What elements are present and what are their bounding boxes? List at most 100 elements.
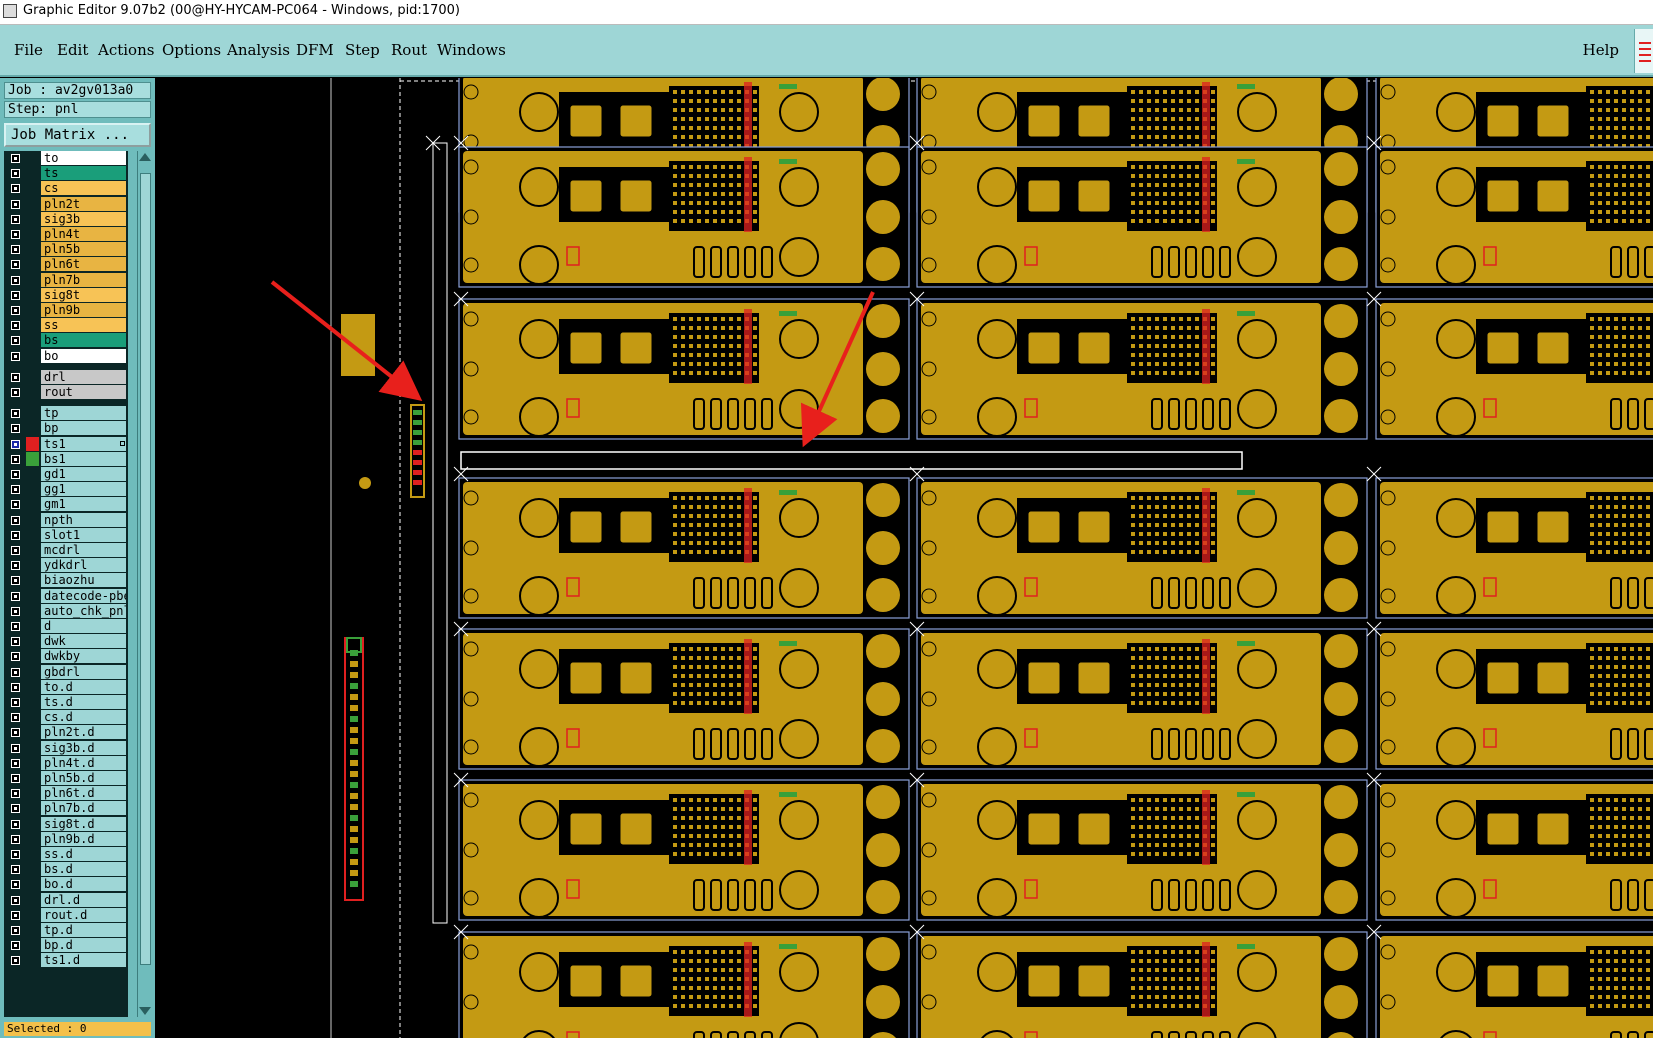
layer-checkbox[interactable]	[11, 926, 20, 935]
layer-row-pln4t-d[interactable]: pln4t.d	[4, 755, 128, 771]
layer-name[interactable]: bp	[41, 421, 126, 436]
layer-name[interactable]: pln6t	[41, 257, 126, 272]
layer-name[interactable]: gm1	[41, 497, 126, 512]
layer-name[interactable]: pln9b	[41, 303, 126, 317]
layer-checkbox[interactable]	[11, 439, 20, 449]
layer-row-pln2t-d[interactable]: pln2t.d	[4, 725, 128, 740]
layer-name[interactable]: pln2t.d	[41, 725, 126, 740]
layer-row-pln5b[interactable]: pln5b	[4, 242, 128, 257]
layer-row-slot1[interactable]: slot1	[4, 527, 128, 543]
layer-name[interactable]: bp.d	[41, 938, 126, 953]
layer-row-cs[interactable]: cs	[4, 181, 128, 196]
layer-row-bs[interactable]: bs	[4, 333, 128, 348]
layer-checkbox[interactable]	[11, 260, 20, 270]
layer-name[interactable]: drl.d	[41, 892, 126, 907]
job-matrix-button[interactable]: Job Matrix ...	[4, 123, 151, 147]
layer-checkbox[interactable]	[11, 789, 20, 799]
graphic-canvas[interactable]	[155, 78, 1653, 1038]
layer-name[interactable]: sig3b	[41, 211, 126, 226]
layer-checkbox[interactable]	[11, 515, 20, 525]
layer-color-swatch[interactable]	[26, 436, 39, 451]
layer-checkbox[interactable]	[11, 622, 20, 631]
layer-name[interactable]: ts1.d	[41, 953, 126, 968]
layer-checkbox[interactable]	[11, 758, 20, 768]
layer-row-mcdrl[interactable]: mcdrl	[4, 543, 128, 558]
scroll-up-icon[interactable]	[139, 153, 151, 161]
layer-checkbox[interactable]	[11, 485, 20, 495]
layer-list-scrollbar[interactable]	[137, 151, 152, 1017]
layer-name[interactable]: sig8t.d	[41, 816, 126, 831]
layer-row-pln6t[interactable]: pln6t	[4, 257, 128, 272]
layer-row-sig3b[interactable]: sig3b	[4, 211, 128, 227]
layer-checkbox[interactable]	[11, 713, 20, 723]
layer-checkbox[interactable]	[11, 230, 20, 239]
layer-name[interactable]: cs	[41, 181, 126, 196]
layer-checkbox[interactable]	[11, 743, 20, 753]
layer-row-pln7b[interactable]: pln7b	[4, 272, 128, 288]
layer-checkbox[interactable]	[11, 606, 20, 616]
layer-row-auto-chk-pnl[interactable]: auto_chk_pnl	[4, 603, 128, 619]
layer-checkbox[interactable]	[11, 910, 20, 920]
layer-row-ts[interactable]: ts	[4, 166, 128, 181]
layer-row-pln4t[interactable]: pln4t	[4, 227, 128, 242]
menu-options[interactable]: Options	[162, 41, 221, 59]
layer-checkbox[interactable]	[11, 546, 20, 555]
layer-checkbox[interactable]	[11, 500, 20, 510]
layer-checkbox[interactable]	[11, 682, 20, 692]
layer-checkbox[interactable]	[11, 530, 20, 540]
layer-checkbox[interactable]	[11, 306, 20, 315]
layer-name[interactable]: tp	[41, 406, 126, 421]
layer-row-bo-d[interactable]: bo.d	[4, 877, 128, 892]
layer-row-drl[interactable]: drl	[4, 369, 128, 385]
panel-drawing[interactable]	[155, 78, 1653, 1038]
layer-row-rout-d[interactable]: rout.d	[4, 907, 128, 923]
layer-row-ts1[interactable]: ts1	[4, 436, 128, 452]
layer-checkbox[interactable]	[11, 880, 20, 890]
layer-name[interactable]: auto_chk_pnl	[41, 603, 126, 618]
layer-name[interactable]: dwk	[41, 634, 126, 649]
layer-row-pln5b-d[interactable]: pln5b.d	[4, 771, 128, 786]
scroll-thumb[interactable]	[140, 173, 151, 965]
layer-checkbox[interactable]	[11, 199, 20, 209]
layer-row-bs-d[interactable]: bs.d	[4, 862, 128, 877]
layer-name[interactable]: bs	[41, 333, 126, 348]
layer-name[interactable]: bo.d	[41, 877, 126, 892]
layer-checkbox[interactable]	[11, 351, 20, 361]
layer-checkbox[interactable]	[11, 336, 20, 346]
menu-step[interactable]: Step	[345, 41, 380, 59]
layer-row-npth[interactable]: npth	[4, 512, 128, 528]
layer-name[interactable]: pln9b.d	[41, 831, 126, 846]
layer-color-swatch[interactable]	[26, 451, 39, 466]
menu-windows[interactable]: Windows	[437, 41, 506, 59]
layer-name[interactable]: cs.d	[41, 710, 126, 725]
layer-row-pln7b-d[interactable]: pln7b.d	[4, 801, 128, 816]
layer-row-ts-d[interactable]: ts.d	[4, 695, 128, 710]
layer-name[interactable]: to.d	[41, 679, 126, 694]
layer-row-gbdrl[interactable]: gbdrl	[4, 664, 128, 680]
layer-name[interactable]: gd1	[41, 467, 126, 481]
layer-name[interactable]: d	[41, 619, 126, 633]
layer-row-sig3b-d[interactable]: sig3b.d	[4, 740, 128, 756]
layer-checkbox[interactable]	[11, 576, 20, 586]
layer-row-ts1-d[interactable]: ts1.d	[4, 953, 128, 968]
layer-name[interactable]: ts1	[41, 436, 126, 451]
layer-row-pln2t[interactable]: pln2t	[4, 196, 128, 212]
layer-name[interactable]: gbdrl	[41, 664, 126, 679]
layer-row-to[interactable]: to	[4, 151, 128, 166]
layer-row-tp-d[interactable]: tp.d	[4, 923, 128, 938]
layer-name[interactable]: npth	[41, 512, 126, 527]
layer-checkbox[interactable]	[11, 652, 20, 662]
scroll-down-icon[interactable]	[139, 1007, 151, 1015]
layer-row-pln9b[interactable]: pln9b	[4, 303, 128, 318]
layer-checkbox[interactable]	[11, 275, 20, 285]
layer-name[interactable]: pln7b.d	[41, 801, 126, 816]
layer-row-ydkdrl[interactable]: ydkdrl	[4, 558, 128, 573]
menu-actions[interactable]: Actions	[98, 41, 154, 59]
layer-name[interactable]: drl	[41, 369, 126, 384]
layer-name[interactable]: pln5b	[41, 242, 126, 257]
layer-row-gm1[interactable]: gm1	[4, 497, 128, 512]
layer-checkbox[interactable]	[11, 561, 20, 571]
layer-name[interactable]: bs.d	[41, 862, 126, 877]
layer-checkbox[interactable]	[11, 667, 20, 677]
layer-checkbox[interactable]	[11, 154, 20, 163]
